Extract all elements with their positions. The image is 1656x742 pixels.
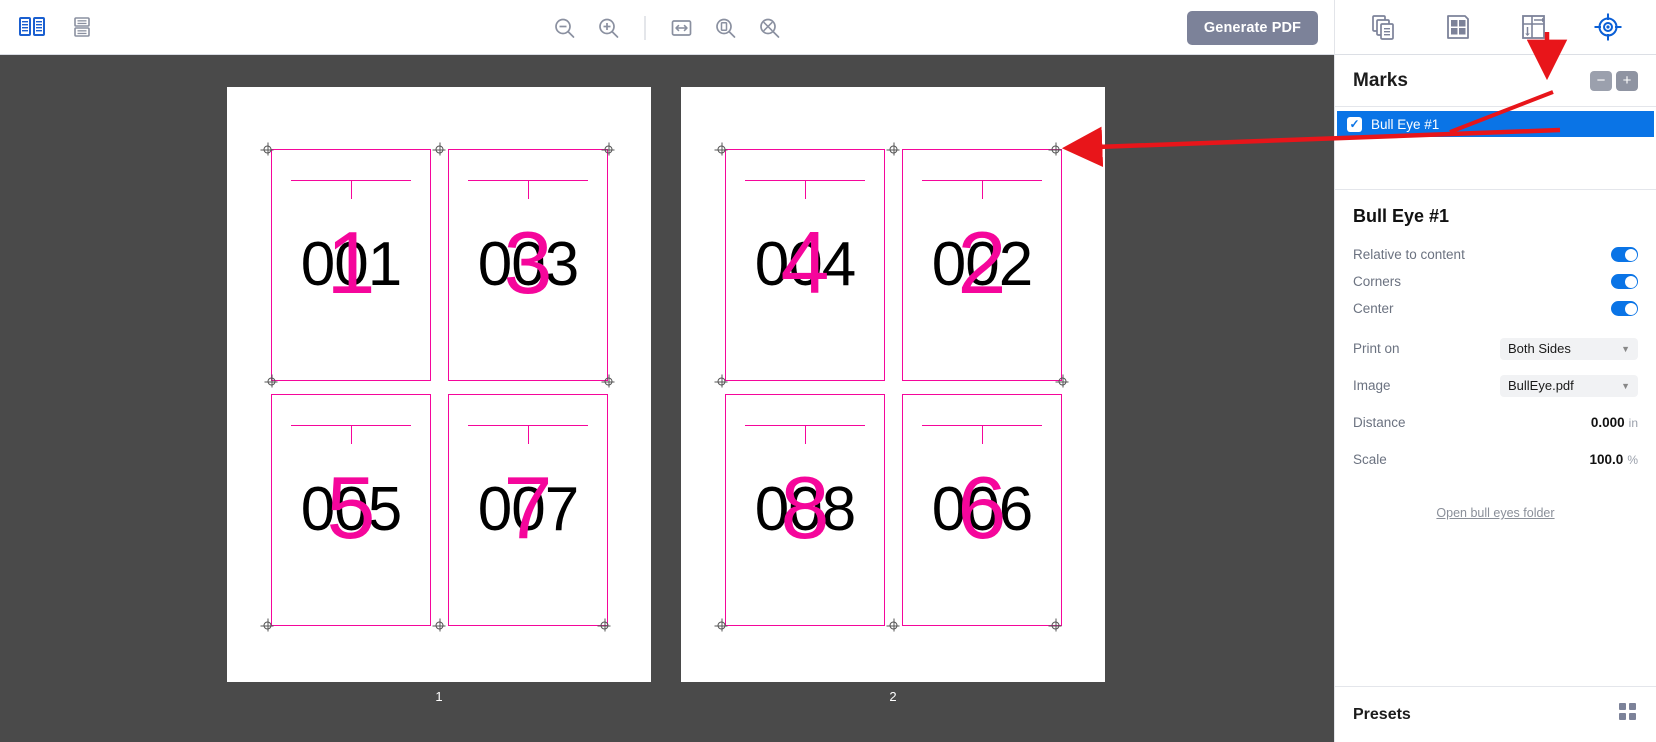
zoom-in-icon[interactable]	[595, 14, 623, 42]
cell-tick	[805, 179, 807, 200]
toolbar-left-group	[18, 13, 96, 41]
remove-mark-button[interactable]: −	[1590, 70, 1612, 91]
property-label: Image	[1353, 378, 1391, 393]
property-label: Print on	[1353, 341, 1400, 356]
registration-mark	[886, 618, 900, 632]
print-on-select[interactable]: Both Sides ▼	[1500, 337, 1638, 360]
property-label: Corners	[1353, 274, 1402, 289]
sheet-page-1[interactable]: 001 1 003 3 005 5 007 7	[227, 87, 651, 682]
tab-pages-icon[interactable]	[1363, 7, 1403, 47]
property-scale: Scale 100.0 %	[1353, 441, 1638, 478]
chevron-down-icon: ▼	[1621, 343, 1630, 354]
tab-layout-grid-icon[interactable]	[1438, 7, 1478, 47]
property-distance: Distance 0.000 in	[1353, 404, 1638, 441]
cell-bullseye-number: 5	[326, 458, 376, 558]
property-corners: Corners	[1353, 268, 1638, 295]
marks-title: Marks	[1353, 69, 1408, 91]
mark-properties: Bull Eye #1 Relative to content Corners …	[1335, 189, 1656, 686]
corners-toggle[interactable]	[1611, 274, 1638, 289]
marks-buttons: − +	[1590, 70, 1638, 91]
center-toggle[interactable]	[1611, 301, 1638, 316]
mark-checkbox[interactable]: ✓	[1347, 116, 1362, 132]
property-relative-to-content: Relative to content	[1353, 241, 1638, 268]
mark-list-item-bull-eye-1[interactable]: ✓ Bull Eye #1	[1337, 111, 1654, 137]
sheet-label: 1	[435, 689, 443, 704]
print-on-value: Both Sides	[1508, 341, 1571, 356]
cell-bullseye-number: 4	[780, 213, 830, 313]
cell-tick	[351, 424, 353, 445]
scale-unit: %	[1627, 452, 1638, 467]
zoom-out-icon[interactable]	[551, 14, 579, 42]
chevron-down-icon: ▼	[1621, 380, 1630, 391]
cell-bullseye-number: 2	[957, 213, 1007, 313]
reset-zoom-icon[interactable]	[756, 14, 784, 42]
open-bull-eyes-folder-link[interactable]: Open bull eyes folder	[1353, 506, 1638, 520]
grid-icon[interactable]	[1618, 702, 1638, 727]
scale-value[interactable]: 100.0	[1590, 452, 1624, 467]
tab-bullseye-marks-icon[interactable]	[1588, 7, 1628, 47]
top-toolbar: Generate PDF	[0, 0, 1334, 55]
registration-mark	[432, 142, 446, 156]
registration-mark	[886, 142, 900, 156]
imposed-cell[interactable]: 003 3	[448, 149, 608, 381]
save-layout-icon[interactable]	[68, 13, 96, 41]
cell-tick	[351, 179, 353, 200]
panel-tab-bar	[1335, 0, 1656, 55]
property-label: Relative to content	[1353, 247, 1465, 262]
cell-tick	[528, 424, 530, 445]
sheet-label: 2	[889, 689, 897, 704]
distance-value[interactable]: 0.000	[1591, 415, 1625, 430]
relative-to-content-toggle[interactable]	[1611, 247, 1638, 262]
image-value: BullEye.pdf	[1508, 378, 1574, 393]
toolbar-zoom-group	[551, 0, 784, 55]
cell-tick	[805, 424, 807, 445]
right-panel: Marks − + ✓ Bull Eye #1 Bull Eye #1 Rela…	[1334, 0, 1656, 742]
cell-bullseye-number: 7	[503, 458, 553, 558]
property-print-on: Print on Both Sides ▼	[1353, 330, 1638, 367]
presets-footer: Presets	[1335, 686, 1656, 742]
fit-page-icon[interactable]	[712, 14, 740, 42]
cell-tick	[982, 424, 984, 445]
imposition-canvas[interactable]: 001 1 003 3 005 5 007 7 1 004 4 002 2 00…	[0, 55, 1334, 742]
property-center: Center	[1353, 295, 1638, 322]
distance-unit: in	[1628, 415, 1638, 430]
mark-label: Bull Eye #1	[1371, 116, 1440, 132]
app-root: Generate PDF 001 1 003 3 005 5 007 7 1 0…	[0, 0, 1656, 742]
cell-bullseye-number: 8	[780, 458, 830, 558]
cell-bullseye-number: 6	[957, 458, 1007, 558]
presets-title: Presets	[1353, 705, 1411, 723]
property-label: Scale	[1353, 452, 1387, 467]
property-label: Center	[1353, 301, 1394, 316]
imposed-cell[interactable]: 004 4	[725, 149, 885, 381]
property-image: Image BullEye.pdf ▼	[1353, 367, 1638, 404]
imposed-cell[interactable]: 001 1	[271, 149, 431, 381]
cell-bullseye-number: 3	[503, 213, 553, 313]
add-mark-button[interactable]: +	[1616, 70, 1638, 91]
property-label: Distance	[1353, 415, 1406, 430]
marks-header: Marks − +	[1335, 55, 1656, 107]
imposed-cell[interactable]: 007 7	[448, 394, 608, 626]
fit-width-icon[interactable]	[668, 14, 696, 42]
generate-pdf-button[interactable]: Generate PDF	[1186, 10, 1318, 45]
cell-tick	[528, 179, 530, 200]
properties-title: Bull Eye #1	[1353, 206, 1450, 226]
two-page-spread-icon[interactable]	[18, 13, 46, 41]
marks-list: ✓ Bull Eye #1	[1335, 107, 1656, 189]
toolbar-right-group: Generate PDF	[1186, 0, 1318, 55]
registration-mark	[432, 618, 446, 632]
imposed-cell[interactable]: 005 5	[271, 394, 431, 626]
imposed-cell[interactable]: 002 2	[902, 149, 1062, 381]
sheet-page-2[interactable]: 004 4 002 2 008 8 006 6	[681, 87, 1105, 682]
cell-tick	[982, 179, 984, 200]
toolbar-divider	[644, 15, 646, 40]
tab-imposition-icon[interactable]	[1513, 7, 1553, 47]
cell-bullseye-number: 1	[326, 213, 376, 313]
imposed-cell[interactable]: 008 8	[725, 394, 885, 626]
imposed-cell[interactable]: 006 6	[902, 394, 1062, 626]
image-select[interactable]: BullEye.pdf ▼	[1500, 374, 1638, 397]
